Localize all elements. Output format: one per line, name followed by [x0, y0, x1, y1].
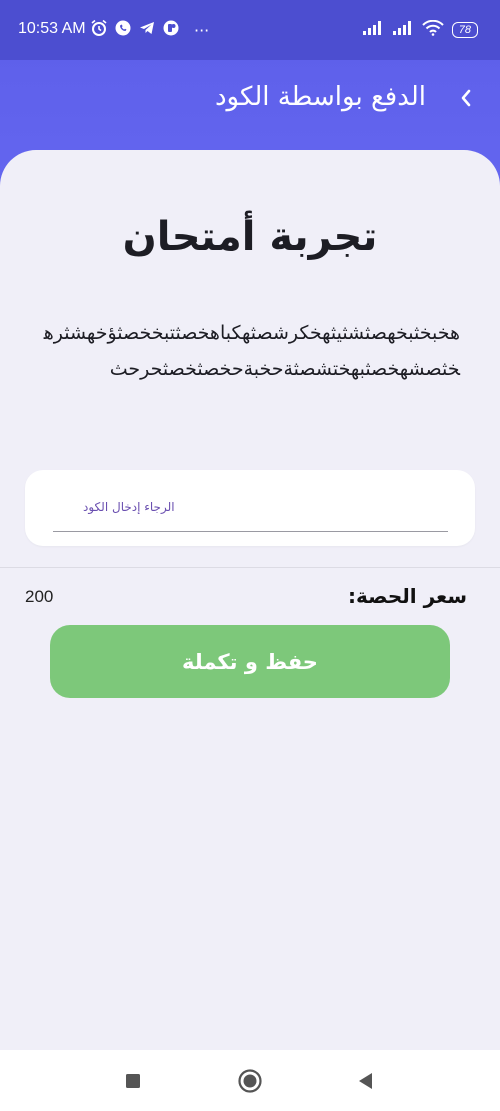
app-bar: الدفع بواسطة الكود: [0, 60, 500, 140]
back-triangle-icon: [359, 1073, 372, 1089]
alarm-icon: [90, 19, 108, 41]
home-button[interactable]: [237, 1068, 263, 1094]
app-icon: [162, 19, 180, 41]
system-icons: 78: [362, 18, 478, 42]
content-sheet: تجربة أمتحان هخبخثبخهصثشثيثهخكرشصثهكباهخ…: [0, 150, 500, 1050]
back-nav-button[interactable]: [352, 1068, 378, 1094]
notification-icons: ···: [90, 18, 209, 42]
back-button[interactable]: [454, 86, 478, 110]
whatsapp-icon: [114, 19, 132, 41]
save-continue-button[interactable]: حفظ و تكملة: [50, 625, 450, 698]
status-bar: 10:53 AM ··· 78: [0, 0, 500, 60]
status-time: 10:53 AM: [18, 20, 86, 37]
code-input-card: [25, 470, 475, 546]
price-label: سعر الحصة:: [348, 584, 467, 608]
recents-button[interactable]: [120, 1068, 146, 1094]
more-notifications: ···: [194, 20, 210, 40]
description-text: هخبخثبخهصثشثيثهخكرشصثهكباهخصثتبخخصثؤخهشث…: [43, 322, 460, 380]
price-value: 200: [25, 587, 54, 606]
page-header-title: الدفع بواسطة الكود: [214, 82, 426, 112]
telegram-icon: [138, 19, 156, 41]
battery-icon: 78: [451, 22, 478, 38]
wifi-icon: [422, 19, 444, 40]
signal-icon: [362, 20, 384, 40]
divider: [0, 567, 500, 568]
system-nav-bar: [0, 1050, 500, 1111]
page-title: تجربة أمتحان: [122, 214, 378, 260]
chevron-left-icon: [461, 89, 471, 107]
signal-icon: [392, 20, 414, 40]
home-circle-icon: [238, 1069, 262, 1093]
code-input[interactable]: [53, 482, 448, 532]
recents-square-icon: [126, 1074, 140, 1088]
